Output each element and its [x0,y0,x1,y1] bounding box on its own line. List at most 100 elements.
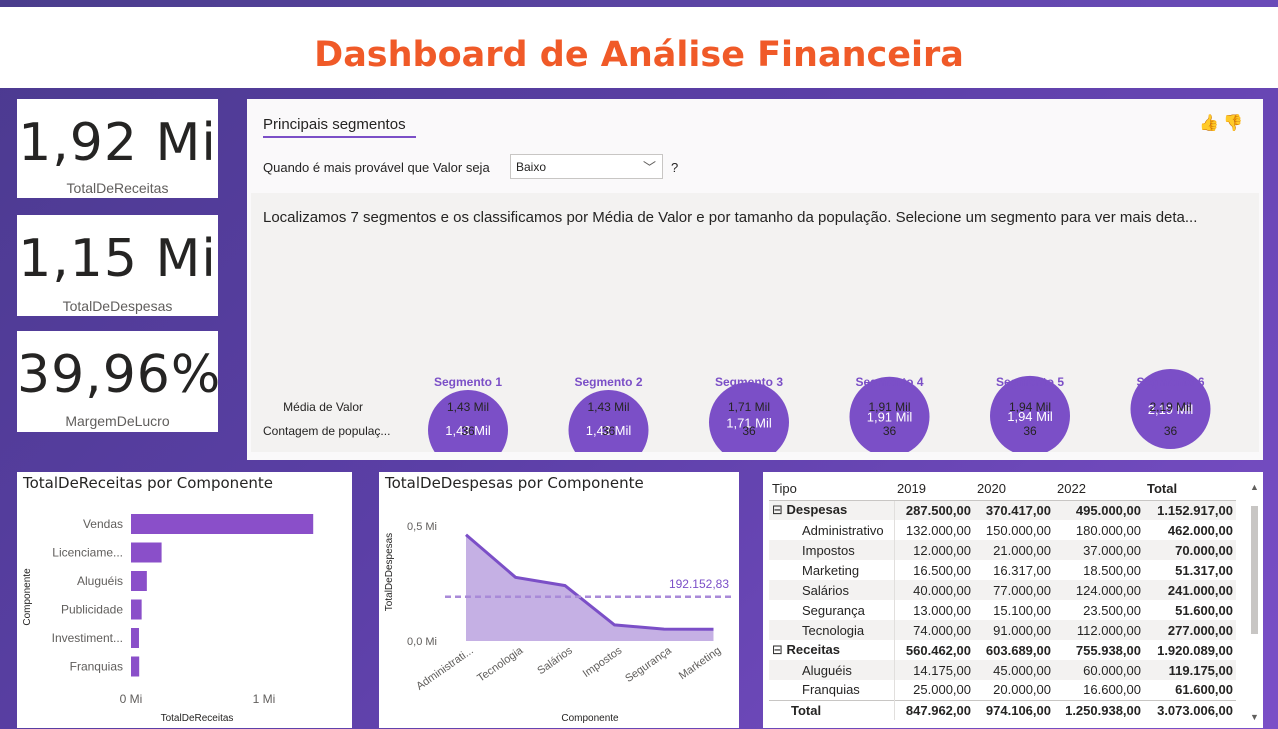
kpi-label: TotalDeReceitas [66,180,169,196]
table-cell: 132.000,00 [905,522,971,538]
table-cell: Marketing [769,560,895,580]
bar-3[interactable] [131,599,142,620]
kpi-value: 39,96% [17,345,218,405]
segment-name[interactable]: Segmento 1 [434,375,502,389]
table-cell: 51.317,00 [1175,562,1233,578]
table-row[interactable]: Franquias 25.000,00 20.000,00 16.600,00 61.6… [769,680,1236,700]
table-cell: 77.000,00 [974,580,1054,600]
kpi-card-receitas[interactable]: 1,92 Mi TotalDeReceitas [17,99,218,198]
thumbs-up-icon[interactable]: 👍 [1199,115,1223,132]
dropdown-value: Baixo [516,160,547,174]
table-total-cell: 974.106,00 [974,699,1054,720]
row-label-media: Média de Valor [283,400,363,414]
collapse-icon[interactable]: ⊟ [772,502,787,517]
top-strip [0,0,1278,7]
column-header[interactable]: 2020 [974,478,1054,501]
x-category-label: Tecnologia [475,644,526,685]
kpi-card-despesas[interactable]: 1,15 Mi TotalDeDespesas [17,215,218,316]
table-row[interactable]: Tecnologia 74.000,00 91.000,00 112.000,00 27… [769,620,1236,640]
value-dropdown[interactable]: Baixo ﹀ [510,154,663,179]
table-group-row[interactable]: ⊟ Receitas 560.462,00 603.689,00 755.938,00… [769,640,1236,660]
collapse-icon[interactable]: ⊟ [772,642,787,657]
table-cell: Franquias [769,680,895,700]
page-title: Dashboard de Análise Financeira [314,35,964,75]
table-cell: 40.000,00 [894,580,974,600]
table-group-row[interactable]: ⊟ Despesas 287.500,00 370.417,00 495.000,00… [769,500,1236,520]
segment-name[interactable]: Segmento 4 [855,375,923,389]
thumbs-down-icon[interactable]: 👎 [1223,115,1247,132]
chevron-down-icon: ﹀ [642,160,656,175]
bar-category-label: Franquias [70,660,123,674]
table-row[interactable]: Impostos 12.000,00 21.000,00 37.000,00 70.00… [769,540,1236,560]
scroll-down-icon[interactable]: ▼ [1250,712,1259,722]
table-cell: 15.100,00 [993,602,1051,618]
table-cell: 124.000,00 [1054,580,1144,600]
segment-contagem: 36 [1023,424,1037,438]
x-category-label: Marketing [677,645,723,683]
bar-5[interactable] [131,656,140,677]
column-header[interactable]: Total [1144,478,1236,501]
column-header[interactable]: 2022 [1054,478,1144,501]
vertical-scrollbar[interactable]: ▲ ▼ [1250,482,1259,722]
segment-contagem: 36 [1164,424,1178,438]
y-axis-title: TotalDeDespesas [384,533,395,611]
column-header[interactable]: 2019 [894,478,974,501]
bar-category-label: Publicidade [61,603,123,617]
segment-contagem: 36 [742,424,756,438]
table-cell: 560.462,00 [905,642,971,658]
table-cell: 70.000,00 [1144,540,1236,560]
kpi-card-margem[interactable]: 39,96% MargemDeLucro [17,331,218,432]
table-cell: 23.500,00 [1083,602,1141,618]
table-cell: Administrativo [769,520,895,540]
table-cell: 180.000,00 [1075,522,1141,538]
scroll-up-icon[interactable]: ▲ [1250,482,1259,492]
segment-name[interactable]: Segmento 3 [715,375,783,389]
table-cell: 51.600,00 [1175,602,1233,618]
x-category-label: Impostos [581,644,625,680]
segment-name[interactable]: Segmento 5 [996,375,1064,389]
table-cell: 495.000,00 [1054,500,1144,520]
table-cell: 1.152.917,00 [1144,500,1236,520]
table-cell: 14.175,00 [894,660,974,680]
table-row[interactable]: Segurança 13.000,00 15.100,00 23.500,00 51.6… [769,600,1236,620]
bar-0[interactable] [131,514,314,534]
segment-media: 1,91 Mil [868,400,910,414]
table-cell: 150.000,00 [985,522,1051,538]
bar-4[interactable] [131,628,139,648]
table-cell: 462.000,00 [1167,522,1233,538]
feedback-icons: 👍👎 [1199,113,1247,133]
table-cell: 119.175,00 [1144,660,1236,680]
bar-category-label: Licenciame... [52,546,123,560]
row-label-contagem: Contagem de populaç... [263,424,390,438]
bar-2[interactable] [131,571,147,591]
table-cell: 13.000,00 [913,602,971,618]
table-cell: Tecnologia [769,620,895,640]
table-cell: 25.000,00 [913,682,971,698]
segment-media: 1,71 Mil [728,400,770,414]
kpi-value: 1,15 Mi [18,229,217,289]
table-total-cell: 847.962,00 [894,699,974,720]
table-cell: ⊟ Receitas [769,640,895,660]
segment-name[interactable]: Segmento 6 [1136,375,1204,389]
table-cell: 45.000,00 [974,660,1054,680]
table-row[interactable]: Marketing 16.500,00 16.317,00 18.500,00 51.3… [769,560,1236,580]
segment-name[interactable]: Segmento 2 [574,375,642,389]
table-row[interactable]: Aluguéis 14.175,00 45.000,00 60.000,00 119.1… [769,660,1236,680]
table-cell: 277.000,00 [1144,620,1236,640]
table-row[interactable]: Administrativo 132.000,00 150.000,00 180.00… [769,520,1236,540]
table-total-row: Total 847.962,00 974.106,00 1.250.938,00 3.0… [769,699,1236,720]
x-category-label: Salários [535,644,575,677]
table-cell: ⊟ Despesas [769,500,895,520]
bar-1[interactable] [131,542,162,563]
matrix-grid: Tipo 2019 2020 2022 Total ⊟ Despesas 287.500,0… [769,478,1236,720]
despesas-area-svg: 192.152,83 0,0 Mi 0,5 Mi Administrati... Tec… [384,521,733,724]
column-header[interactable]: Tipo [769,478,894,501]
x-category-label: Segurança [623,644,674,685]
scrollbar-thumb[interactable] [1251,506,1258,634]
table-cell: 16.317,00 [993,562,1051,578]
table-cell: Impostos [769,540,895,560]
table-row[interactable]: Salários 40.000,00 77.000,00 124.000,00 241.… [769,580,1236,600]
segment-media: 1,43 Mil [587,400,629,414]
tab-principais-segmentos[interactable]: Principais segmentos [263,116,406,133]
segment-media: 1,94 Mil [1009,400,1051,414]
